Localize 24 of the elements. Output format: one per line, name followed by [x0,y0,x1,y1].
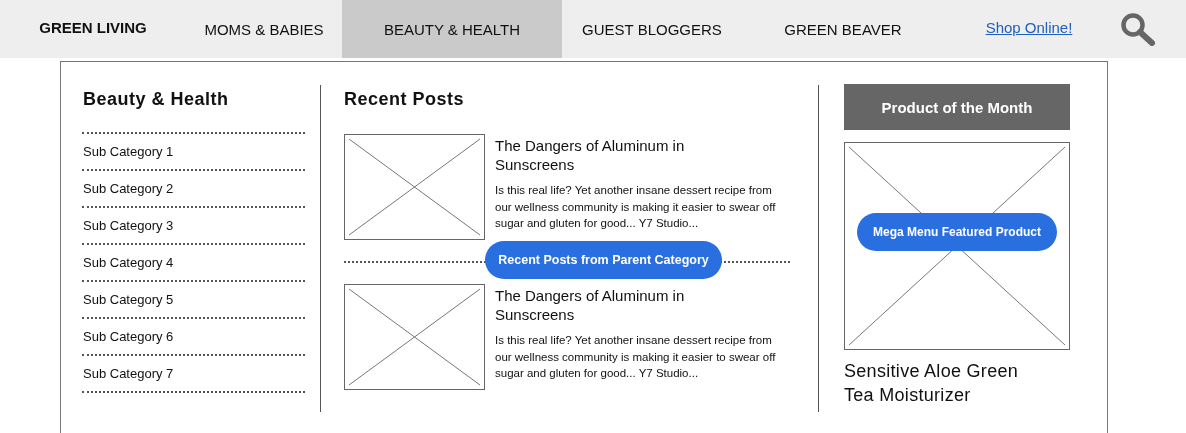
nav-tab[interactable]: GREEN BEAVER [742,0,944,58]
subcategory-link[interactable]: Sub Category 5 [82,282,305,319]
subcategory-link[interactable]: Sub Category 2 [82,171,305,208]
subcategory-link[interactable]: Sub Category 1 [82,134,305,171]
post-title[interactable]: The Dangers of Aluminum in Sunscreens [495,136,725,174]
product-name[interactable]: Sensitive Aloe Green Tea Moisturizer [844,359,1044,407]
nav-tab[interactable]: GUEST BLOGGERS [562,0,742,58]
subcategory-link[interactable]: Sub Category 4 [82,245,305,282]
nav-tab[interactable]: MOMS & BABIES [186,0,342,58]
featured-product-button[interactable]: Mega Menu Featured Product [857,213,1057,251]
recent-posts-title: Recent Posts [344,88,466,111]
product-header: Product of the Month [844,84,1070,130]
post-excerpt: Is this real life? Yet another insane dessert recipe from our wellness community is making it easier to swear off sugar and gluten for good... Y7 Studio... [495,333,777,381]
subcategory-link[interactable]: Sub Category 6 [82,319,305,356]
search-icon[interactable] [1120,12,1156,46]
post-title[interactable]: The Dangers of Aluminum in Sunscreens [495,286,725,324]
category-title: Beauty & Health [82,88,230,111]
subcategory-link[interactable]: Sub Category 3 [82,208,305,245]
shop-online-link[interactable]: Shop Online! [985,18,1073,36]
parent-category-button[interactable]: Recent Posts from Parent Category [485,241,722,279]
post-excerpt: Is this real life? Yet another insane dessert recipe from our wellness community is making it easier to swear off sugar and gluten for good... Y7 Studio... [495,183,777,231]
nav-tab[interactable]: GREEN LIVING [0,0,186,58]
subcategory-link[interactable]: Sub Category 7 [82,356,305,393]
nav-tab[interactable]: BEAUTY & HEALTH [342,0,562,58]
